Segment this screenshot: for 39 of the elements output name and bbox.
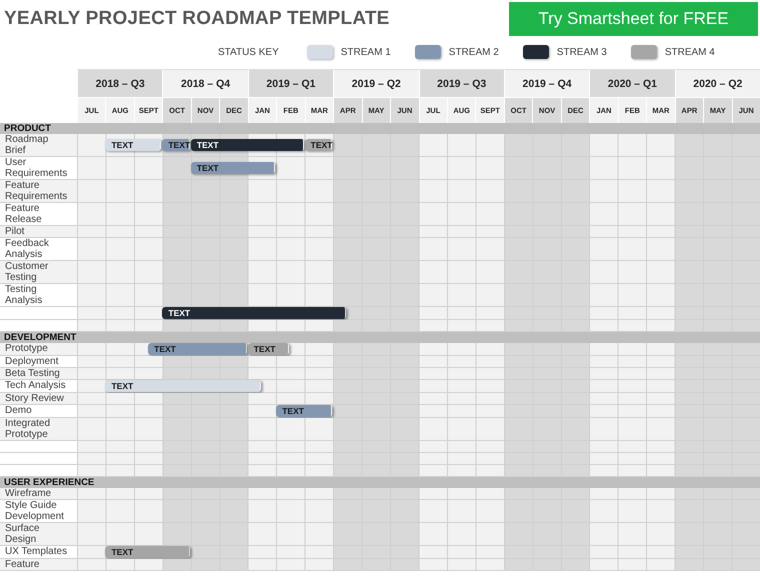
task-bar: TEXT [276,405,334,417]
try-free-button[interactable]: Try Smartsheet for FREE [509,2,758,36]
page-title: YEARLY PROJECT ROADMAP TEMPLATE [4,8,390,30]
task-bar: TEXT [248,343,290,355]
task-label: Prototype [0,343,77,355]
section-header: PRODUCT [0,123,760,134]
task-bar: TEXT [190,139,305,151]
task-bar: TEXT [162,307,348,319]
task-bar: TEXT [105,546,191,558]
task-label: Integrated Prototype [0,418,77,440]
legend-label: STREAM 3 [556,46,607,58]
quarter-header: 2018 – Q4 [162,69,248,97]
task-label: Feature [0,559,77,570]
task-label: Story Review [0,393,77,404]
task-label: Feature Requirements [0,180,77,202]
quarter-header: 2019 – Q3 [418,69,504,97]
task-label: Surface Design [0,523,77,545]
section-header: USER EXPERIENCE [0,477,760,488]
task-bar: TEXT [105,139,162,151]
quarter-header: 2019 – Q2 [333,69,418,97]
quarter-header: 2018 – Q3 [77,69,162,97]
status-key-label: STATUS KEY [218,46,279,58]
legend-label: STREAM 2 [448,46,499,58]
quarter-header: 2019 – Q4 [504,69,590,97]
task-label: Wireframe [0,488,77,499]
legend-label: STREAM 1 [340,46,391,58]
task-label: Customer Testing [0,261,77,283]
quarter-header: 2020 – Q1 [589,69,675,97]
quarter-header: 2019 – Q1 [248,69,334,97]
task-label: Beta Testing [0,368,77,379]
task-label: Pilot [0,226,77,237]
quarter-header: 2020 – Q2 [674,69,760,97]
task-bar: TEXT [304,139,334,151]
legend-label: STREAM 4 [664,46,715,58]
task-bar: TEXT [105,380,262,392]
task-bar: TEXT [148,343,248,355]
section-header: DEVELOPMENT [0,332,760,343]
task-bar: TEXT [190,162,276,174]
task-label: Roadmap Brief [0,134,77,156]
